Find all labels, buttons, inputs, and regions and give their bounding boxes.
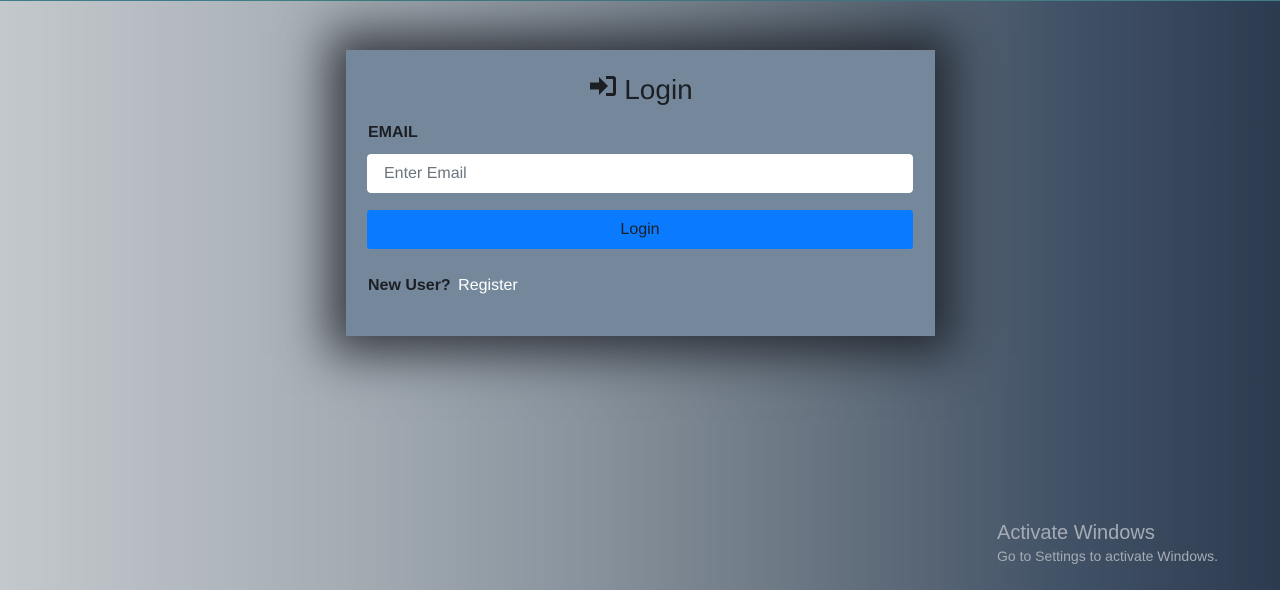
login-heading: Login	[346, 72, 935, 110]
register-prompt: New User? Register	[368, 277, 518, 295]
sign-in-icon	[588, 71, 618, 107]
watermark-subtitle: Go to Settings to activate Windows.	[997, 548, 1218, 564]
watermark-title: Activate Windows	[997, 522, 1155, 544]
new-user-text: New User?	[368, 277, 451, 294]
top-border-line	[0, 0, 1280, 1]
register-link[interactable]: Register	[458, 277, 518, 294]
activate-windows-watermark: Activate Windows Go to Settings to activ…	[997, 521, 1218, 567]
login-button[interactable]: Login	[367, 210, 913, 249]
email-input[interactable]	[367, 154, 913, 193]
login-card: Login EMAIL Login New User? Register	[346, 50, 935, 336]
login-title: Login	[624, 74, 693, 105]
email-label: EMAIL	[368, 124, 418, 141]
